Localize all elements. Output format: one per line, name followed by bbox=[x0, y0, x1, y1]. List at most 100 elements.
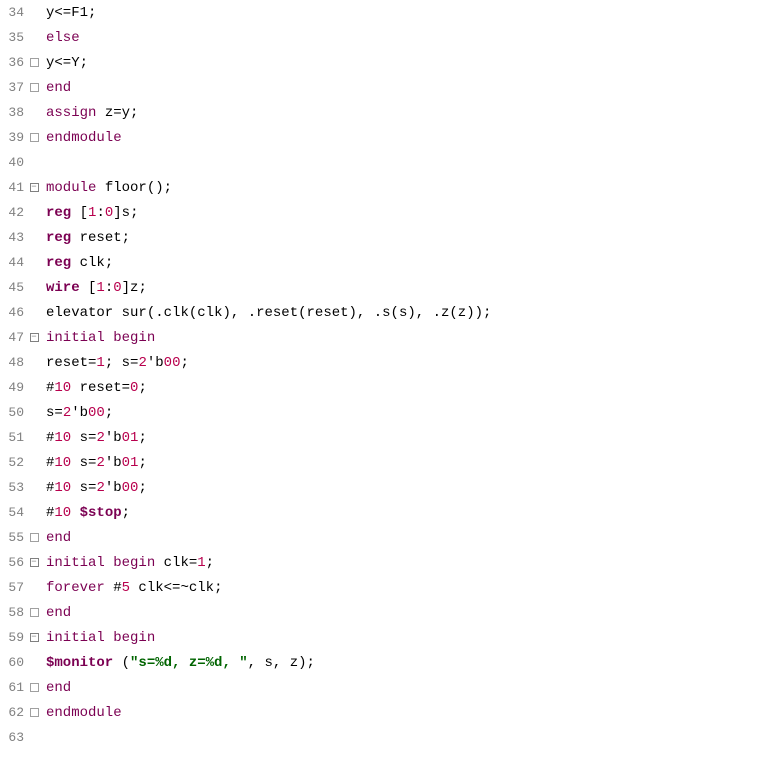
code-line[interactable]: 48reset=1; s=2'b00; bbox=[0, 350, 778, 375]
code-line[interactable]: 40 bbox=[0, 150, 778, 175]
code-line[interactable]: 60$monitor ("s=%d, z=%d, ", s, z); bbox=[0, 650, 778, 675]
line-number: 52 bbox=[0, 456, 28, 469]
token-kw2: end bbox=[46, 530, 71, 546]
token-kw2: begin bbox=[113, 555, 155, 571]
code-content[interactable]: initial begin bbox=[40, 331, 155, 345]
code-line[interactable]: 35else bbox=[0, 25, 778, 50]
code-line[interactable]: 61 end bbox=[0, 675, 778, 700]
token-ident: F1 bbox=[71, 5, 88, 21]
token-num: 1 bbox=[197, 555, 205, 571]
code-content[interactable]: elevator sur(.clk(clk), .reset(reset), .… bbox=[40, 306, 491, 320]
token-ident: clk bbox=[71, 255, 105, 271]
fold-gutter[interactable]: − bbox=[28, 333, 40, 342]
code-content[interactable]: #10 reset=0; bbox=[40, 381, 147, 395]
token-punct: ); bbox=[298, 655, 315, 671]
token-punct: ] bbox=[113, 205, 121, 221]
code-line[interactable]: 44reg clk; bbox=[0, 250, 778, 275]
code-line[interactable]: 54#10 $stop; bbox=[0, 500, 778, 525]
code-content[interactable]: #10 s=2'b01; bbox=[40, 431, 147, 445]
code-content[interactable]: reset=1; s=2'b00; bbox=[40, 356, 189, 370]
code-content[interactable]: initial begin bbox=[40, 631, 155, 645]
code-line[interactable]: 36y<=Y; bbox=[0, 50, 778, 75]
code-line[interactable]: 49#10 reset=0; bbox=[0, 375, 778, 400]
token-num: 00 bbox=[164, 355, 181, 371]
line-number: 56 bbox=[0, 556, 28, 569]
code-content[interactable]: y<=Y; bbox=[40, 56, 88, 70]
code-content[interactable]: else bbox=[40, 31, 80, 45]
code-content[interactable]: y<=F1; bbox=[40, 6, 96, 20]
code-editor[interactable]: 34y<=F1;35else36y<=Y;37end38assign z=y;3… bbox=[0, 0, 778, 750]
fold-end-icon bbox=[30, 133, 39, 142]
line-number: 61 bbox=[0, 681, 28, 694]
code-content[interactable]: initial begin clk=1; bbox=[40, 556, 214, 570]
code-content[interactable]: assign z=y; bbox=[40, 106, 138, 120]
fold-toggle-icon[interactable]: − bbox=[30, 558, 39, 567]
code-line[interactable]: 51#10 s=2'b01; bbox=[0, 425, 778, 450]
code-content[interactable]: reg reset; bbox=[40, 231, 130, 245]
code-line[interactable]: 59−initial begin bbox=[0, 625, 778, 650]
code-line[interactable]: 57 forever #5 clk<=~clk; bbox=[0, 575, 778, 600]
code-content[interactable]: #10 $stop; bbox=[40, 506, 130, 520]
fold-toggle-icon[interactable]: − bbox=[30, 633, 39, 642]
code-line[interactable]: 45wire [1:0]z; bbox=[0, 275, 778, 300]
code-content[interactable]: endmodule bbox=[40, 131, 122, 145]
code-content[interactable]: reg clk; bbox=[40, 256, 113, 270]
fold-gutter[interactable]: − bbox=[28, 558, 40, 567]
code-content[interactable]: endmodule bbox=[40, 706, 122, 720]
code-content[interactable]: end bbox=[40, 606, 71, 620]
code-content[interactable]: $monitor ("s=%d, z=%d, ", s, z); bbox=[40, 656, 315, 670]
code-line[interactable]: 42reg [1:0]s; bbox=[0, 200, 778, 225]
code-line[interactable]: 41−module floor(); bbox=[0, 175, 778, 200]
token-kw2: end bbox=[46, 80, 71, 96]
token-punct: 'b bbox=[105, 430, 122, 446]
token-ident: s bbox=[122, 205, 130, 221]
code-content[interactable]: #10 s=2'b01; bbox=[40, 456, 147, 470]
code-content[interactable]: s=2'b00; bbox=[40, 406, 113, 420]
code-content[interactable]: module floor(); bbox=[40, 181, 172, 195]
code-line[interactable]: 39endmodule bbox=[0, 125, 778, 150]
code-content[interactable]: wire [1:0]z; bbox=[40, 281, 147, 295]
code-content[interactable]: #10 s=2'b00; bbox=[40, 481, 147, 495]
code-content[interactable]: end bbox=[40, 531, 71, 545]
code-content[interactable]: forever #5 clk<=~clk; bbox=[40, 581, 222, 595]
token-ident: reset bbox=[256, 305, 298, 321]
code-content[interactable]: end bbox=[40, 681, 71, 695]
token-ident: z bbox=[96, 105, 113, 121]
code-line[interactable]: 52 #10 s=2'b01; bbox=[0, 450, 778, 475]
code-content[interactable]: end bbox=[40, 81, 71, 95]
fold-toggle-icon[interactable]: − bbox=[30, 333, 39, 342]
line-number: 57 bbox=[0, 581, 28, 594]
line-number: 59 bbox=[0, 631, 28, 644]
line-number: 53 bbox=[0, 481, 28, 494]
token-num: 2 bbox=[96, 455, 104, 471]
code-line[interactable]: 63 bbox=[0, 725, 778, 750]
fold-gutter[interactable]: − bbox=[28, 633, 40, 642]
token-punct: = bbox=[54, 405, 62, 421]
code-line[interactable]: 56−initial begin clk=1; bbox=[0, 550, 778, 575]
code-line[interactable]: 43reg reset; bbox=[0, 225, 778, 250]
token-ident: clk bbox=[189, 580, 214, 596]
code-line[interactable]: 47−initial begin bbox=[0, 325, 778, 350]
token-sys: $stop bbox=[80, 505, 122, 521]
code-line[interactable]: 58end bbox=[0, 600, 778, 625]
token-num: 0 bbox=[113, 280, 121, 296]
code-content[interactable]: reg [1:0]s; bbox=[40, 206, 138, 220]
fold-gutter[interactable]: − bbox=[28, 183, 40, 192]
token-ident: reset bbox=[46, 355, 88, 371]
token-punct: )); bbox=[466, 305, 491, 321]
code-line[interactable]: 53 #10 s=2'b00; bbox=[0, 475, 778, 500]
token-punct: 'b bbox=[71, 405, 88, 421]
fold-end-icon bbox=[30, 533, 39, 542]
token-num: 10 bbox=[54, 505, 71, 521]
code-line[interactable]: 37end bbox=[0, 75, 778, 100]
code-line[interactable]: 38assign z=y; bbox=[0, 100, 778, 125]
token-punct: ; bbox=[138, 430, 146, 446]
token-ident bbox=[71, 505, 79, 521]
code-line[interactable]: 34y<=F1; bbox=[0, 0, 778, 25]
token-ident: clk bbox=[130, 580, 164, 596]
code-line[interactable]: 50s=2'b00; bbox=[0, 400, 778, 425]
fold-toggle-icon[interactable]: − bbox=[30, 183, 39, 192]
code-line[interactable]: 62endmodule bbox=[0, 700, 778, 725]
code-line[interactable]: 55end bbox=[0, 525, 778, 550]
code-line[interactable]: 46elevator sur(.clk(clk), .reset(reset),… bbox=[0, 300, 778, 325]
